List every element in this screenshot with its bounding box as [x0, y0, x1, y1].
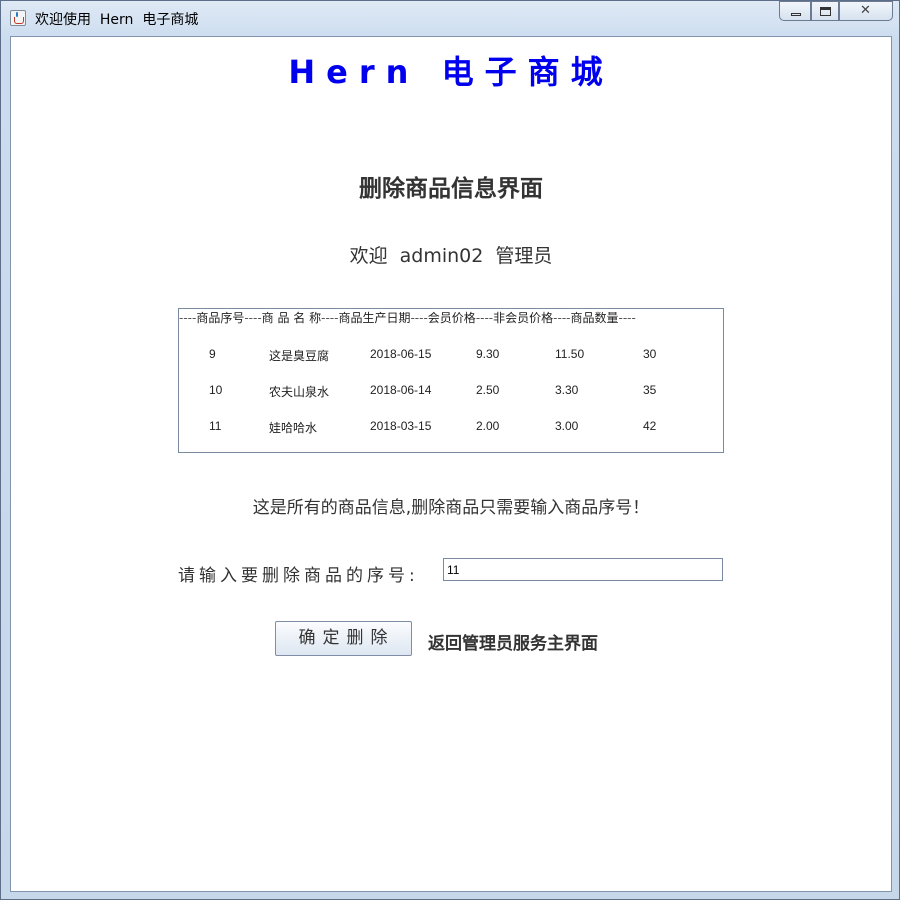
- header-quantity: 商品数量: [570, 311, 619, 325]
- header-member-price: 会员价格: [427, 311, 476, 325]
- welcome-message: 欢迎 admin02 管理员: [349, 245, 553, 267]
- cell-nonmember-price: 3.30: [555, 383, 579, 397]
- maximize-icon: [820, 7, 831, 16]
- cell-member-price: 2.00: [476, 419, 500, 433]
- header-nonmember-price: 非会员价格: [493, 311, 554, 325]
- cell-name: 这是臭豆腐: [269, 349, 330, 363]
- cell-quantity: 30: [643, 347, 657, 361]
- header-serial: 商品序号: [196, 311, 245, 325]
- cell-serial: 11: [209, 419, 222, 433]
- page-title: 删除商品信息界面: [359, 176, 543, 202]
- cell-name: 娃哈哈水: [269, 421, 318, 435]
- info-message: 这是所有的商品信息,删除商品只需要输入商品序号！: [252, 498, 650, 518]
- cell-date: 2018-06-14: [370, 383, 432, 397]
- window-frame: 欢迎使用 Hern 电子商城 ✕ Hern 电子商城 删除商品信息界面 欢迎 a…: [0, 0, 900, 900]
- title-bar[interactable]: 欢迎使用 Hern 电子商城 ✕: [1, 1, 899, 36]
- cell-member-price: 2.50: [476, 383, 500, 397]
- header-date: 商品生产日期: [338, 311, 411, 325]
- cell-nonmember-price: 11.50: [555, 347, 585, 361]
- content-panel: Hern 电子商城 删除商品信息界面 欢迎 admin02 管理员 ----商品…: [10, 36, 892, 892]
- confirm-delete-button[interactable]: 确定删除: [275, 621, 412, 656]
- cell-date: 2018-03-15: [370, 419, 432, 433]
- window-controls: ✕: [779, 1, 893, 22]
- cell-serial: 10: [209, 383, 223, 397]
- close-button[interactable]: ✕: [839, 1, 893, 21]
- cell-quantity: 35: [643, 383, 657, 397]
- back-to-admin-button[interactable]: 返回管理员服务主界面: [428, 629, 598, 654]
- cell-serial: 9: [209, 347, 216, 361]
- brand-title: Hern 电子商城: [288, 53, 614, 91]
- cell-name: 农夫山泉水: [269, 385, 330, 399]
- table-row: 11 娃哈哈水 2018-03-15 2.00 3.00 42: [179, 419, 723, 439]
- cell-member-price: 9.30: [476, 347, 500, 361]
- java-app-icon: [10, 10, 26, 26]
- window-title: 欢迎使用 Hern 电子商城: [35, 12, 199, 28]
- cell-nonmember-price: 3.00: [555, 419, 579, 433]
- maximize-button[interactable]: [811, 1, 839, 21]
- table-row: 9 这是臭豆腐 2018-06-15 9.30 11.50 30: [179, 347, 723, 367]
- close-icon: ✕: [860, 3, 871, 18]
- table-header: ----商品序号----商 品 名 称----商品生产日期----会员价格---…: [179, 311, 636, 325]
- serial-input[interactable]: [443, 558, 723, 581]
- minimize-button[interactable]: [779, 1, 811, 21]
- header-name: 商 品 名 称: [261, 311, 322, 325]
- serial-input-label: 请输入要删除商品的序号:: [178, 566, 419, 586]
- minimize-icon: [791, 13, 801, 16]
- table-row: 10 农夫山泉水 2018-06-14 2.50 3.30 35: [179, 383, 723, 403]
- product-table[interactable]: ----商品序号----商 品 名 称----商品生产日期----会员价格---…: [178, 308, 724, 453]
- cell-quantity: 42: [643, 419, 657, 433]
- cell-date: 2018-06-15: [370, 347, 432, 361]
